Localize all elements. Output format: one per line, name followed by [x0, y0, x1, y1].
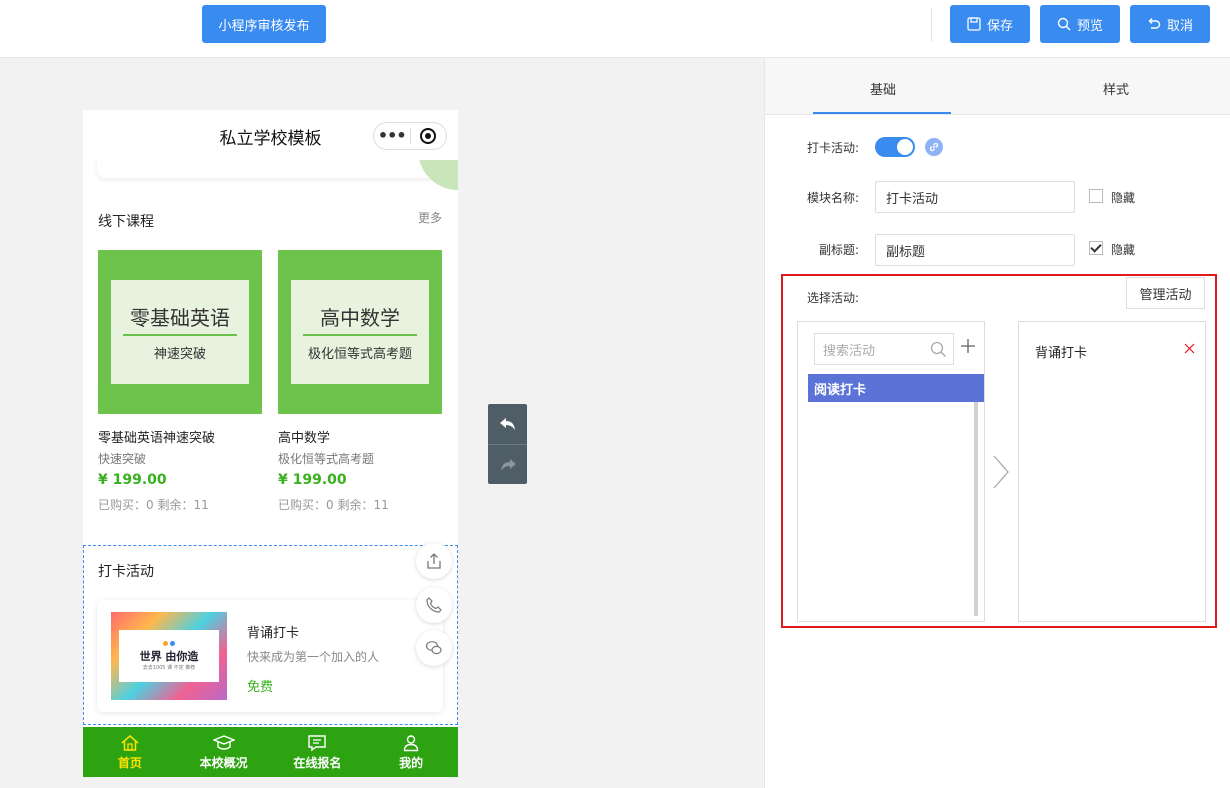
course-price: ¥ 199.00 [278, 472, 347, 488]
tab-style[interactable]: 样式 [1103, 79, 1129, 98]
course-cover[interactable]: 高中数学 极化恒等式高考题 [278, 250, 442, 414]
module-hide-checkbox[interactable] [1089, 189, 1103, 203]
more-dots-icon[interactable]: ••• [374, 128, 410, 144]
list-item: 背诵打卡 [1035, 346, 1088, 361]
course-subtitle: 极化恒等式高考题 [278, 452, 375, 466]
tab-mine[interactable]: 我的 [364, 727, 458, 777]
tab-home-label: 首页 [117, 755, 142, 770]
subtitle-hide-checkbox[interactable] [1089, 241, 1103, 255]
course-price: ¥ 199.00 [98, 472, 167, 488]
module-name-label: 模块名称: [807, 191, 860, 205]
course-cover-subtitle: 神速突破 [153, 347, 206, 362]
subtitle-hide-label: 隐藏 [1111, 243, 1136, 257]
more-link[interactable]: 更多 [418, 209, 442, 226]
subtitle-input[interactable]: 副标题 [875, 234, 1075, 266]
cancel-button[interactable]: 取消 [1130, 5, 1210, 43]
miniprogram-capsule[interactable]: ••• [373, 122, 447, 150]
tab-home[interactable]: 首页 [83, 727, 177, 777]
wechat-icon [425, 641, 442, 655]
course-name[interactable]: 零基础英语神速突破 [98, 427, 215, 446]
select-activity-label: 选择活动: [807, 291, 860, 305]
selected-activities-list: 背诵打卡 [1018, 321, 1206, 622]
course-subtitle: 快速突破 [98, 452, 147, 466]
save-button[interactable]: 保存 [950, 5, 1030, 43]
message-icon [308, 734, 327, 751]
graduation-cap-icon [212, 734, 235, 750]
active-tab-indicator [813, 112, 951, 114]
tab-mine-label: 我的 [399, 755, 424, 770]
tab-online-signup[interactable]: 在线报名 [271, 727, 365, 777]
toolbar-divider [931, 8, 932, 42]
remove-activity-button[interactable] [1184, 340, 1195, 358]
search-icon[interactable] [930, 341, 947, 358]
checkin-toggle[interactable] [875, 137, 915, 157]
course-cover[interactable]: 零基础英语 神速突破 [98, 250, 262, 414]
course-name[interactable]: 高中数学 [278, 427, 330, 446]
redo-arrow-icon [500, 459, 516, 471]
checkin-activity-image: 世界 由你造 去去1005 课 不定 推荐 [111, 612, 227, 700]
preview-button[interactable]: 预览 [1040, 5, 1120, 43]
undo-arrow-icon [499, 418, 515, 430]
publish-button-label: 小程序审核发布 [218, 18, 310, 34]
tab-school-overview[interactable]: 本校概况 [177, 727, 271, 777]
link-button[interactable] [925, 138, 943, 156]
user-icon [403, 734, 419, 751]
subtitle-label: 副标题: [819, 243, 860, 257]
search-placeholder: 搜索活动 [823, 343, 876, 359]
checkin-image-small-text: 去去1005 课 不定 推荐 [142, 665, 196, 671]
phone-tab-bar: 首页 本校概况 在线报名 我的 [83, 727, 458, 777]
checkin-item-title: 背诵打卡 [247, 626, 300, 641]
phone-nav-bar: 私立学校模板 ••• [83, 110, 458, 160]
course-cover-subtitle: 极化恒等式高考题 [307, 347, 412, 362]
phone-icon [426, 597, 442, 613]
course-stats: 已购买：0 剩余：11 [278, 498, 389, 512]
module-hide-label: 隐藏 [1111, 191, 1136, 205]
course-cover-title: 高中数学 [320, 306, 400, 330]
list-item[interactable]: 阅读打卡 [808, 374, 984, 402]
undo-icon [1148, 18, 1161, 29]
redo-button[interactable] [488, 445, 527, 485]
share-icon [427, 553, 441, 569]
link-icon [929, 142, 939, 152]
add-activity-button[interactable] [961, 336, 975, 356]
chevron-right-icon[interactable] [991, 454, 1011, 490]
save-icon [967, 17, 981, 31]
checkin-section-title: 打卡活动 [98, 564, 154, 580]
course-stats: 已购买：0 剩余：11 [98, 498, 209, 512]
checkin-toggle-label: 打卡活动: [807, 141, 860, 155]
plus-icon [961, 339, 975, 353]
checkin-item-desc: 快来成为第一个加入的人 [247, 650, 380, 664]
share-button[interactable] [416, 543, 452, 579]
undo-redo-controls [488, 404, 527, 484]
course-cover-title: 零基础英语 [130, 306, 230, 330]
offline-courses-title: 线下课程 [98, 214, 154, 230]
checkin-activity-card[interactable]: 世界 由你造 去去1005 课 不定 推荐 背诵打卡 快来成为第一个加入的人 免… [97, 600, 443, 712]
list-scrollbar[interactable] [974, 402, 978, 616]
available-activities-list: 搜索活动 阅读打卡 [797, 321, 985, 622]
tab-online-signup-label: 在线报名 [293, 755, 342, 770]
activity-search-input[interactable]: 搜索活动 [814, 333, 954, 365]
wechat-button[interactable] [416, 630, 452, 666]
save-button-label: 保存 [986, 18, 1013, 34]
close-icon [1184, 343, 1195, 354]
module-name-input[interactable]: 打卡活动 [875, 181, 1075, 213]
tab-basic[interactable]: 基础 [870, 79, 896, 98]
checkin-image-title: 世界 由你造 [139, 650, 199, 663]
cancel-button-label: 取消 [1166, 18, 1193, 34]
close-target-icon[interactable] [410, 128, 446, 144]
manage-activity-button[interactable]: 管理活动 [1126, 277, 1205, 309]
settings-tabs: 基础 样式 [765, 58, 1230, 115]
home-icon [121, 734, 139, 751]
preview-button-label: 预览 [1076, 18, 1103, 34]
top-toolbar: 小程序审核发布 保存 预览 取消 [0, 0, 1230, 58]
phone-preview: 私立学校模板 ••• 线下课程 更多 零基础英语 神速突破 零基础英语神速突破 … [83, 110, 458, 777]
search-icon [1057, 17, 1071, 31]
publish-button[interactable]: 小程序审核发布 [202, 5, 326, 43]
settings-panel: 基础 样式 打卡活动: 模块名称: 打卡活动 隐藏 副标题: 副标题 隐藏 选择… [764, 58, 1230, 788]
undo-button[interactable] [488, 404, 527, 444]
checkin-item-price: 免费 [247, 680, 274, 695]
phone-call-button[interactable] [416, 587, 452, 623]
tab-school-overview-label: 本校概况 [199, 755, 248, 770]
